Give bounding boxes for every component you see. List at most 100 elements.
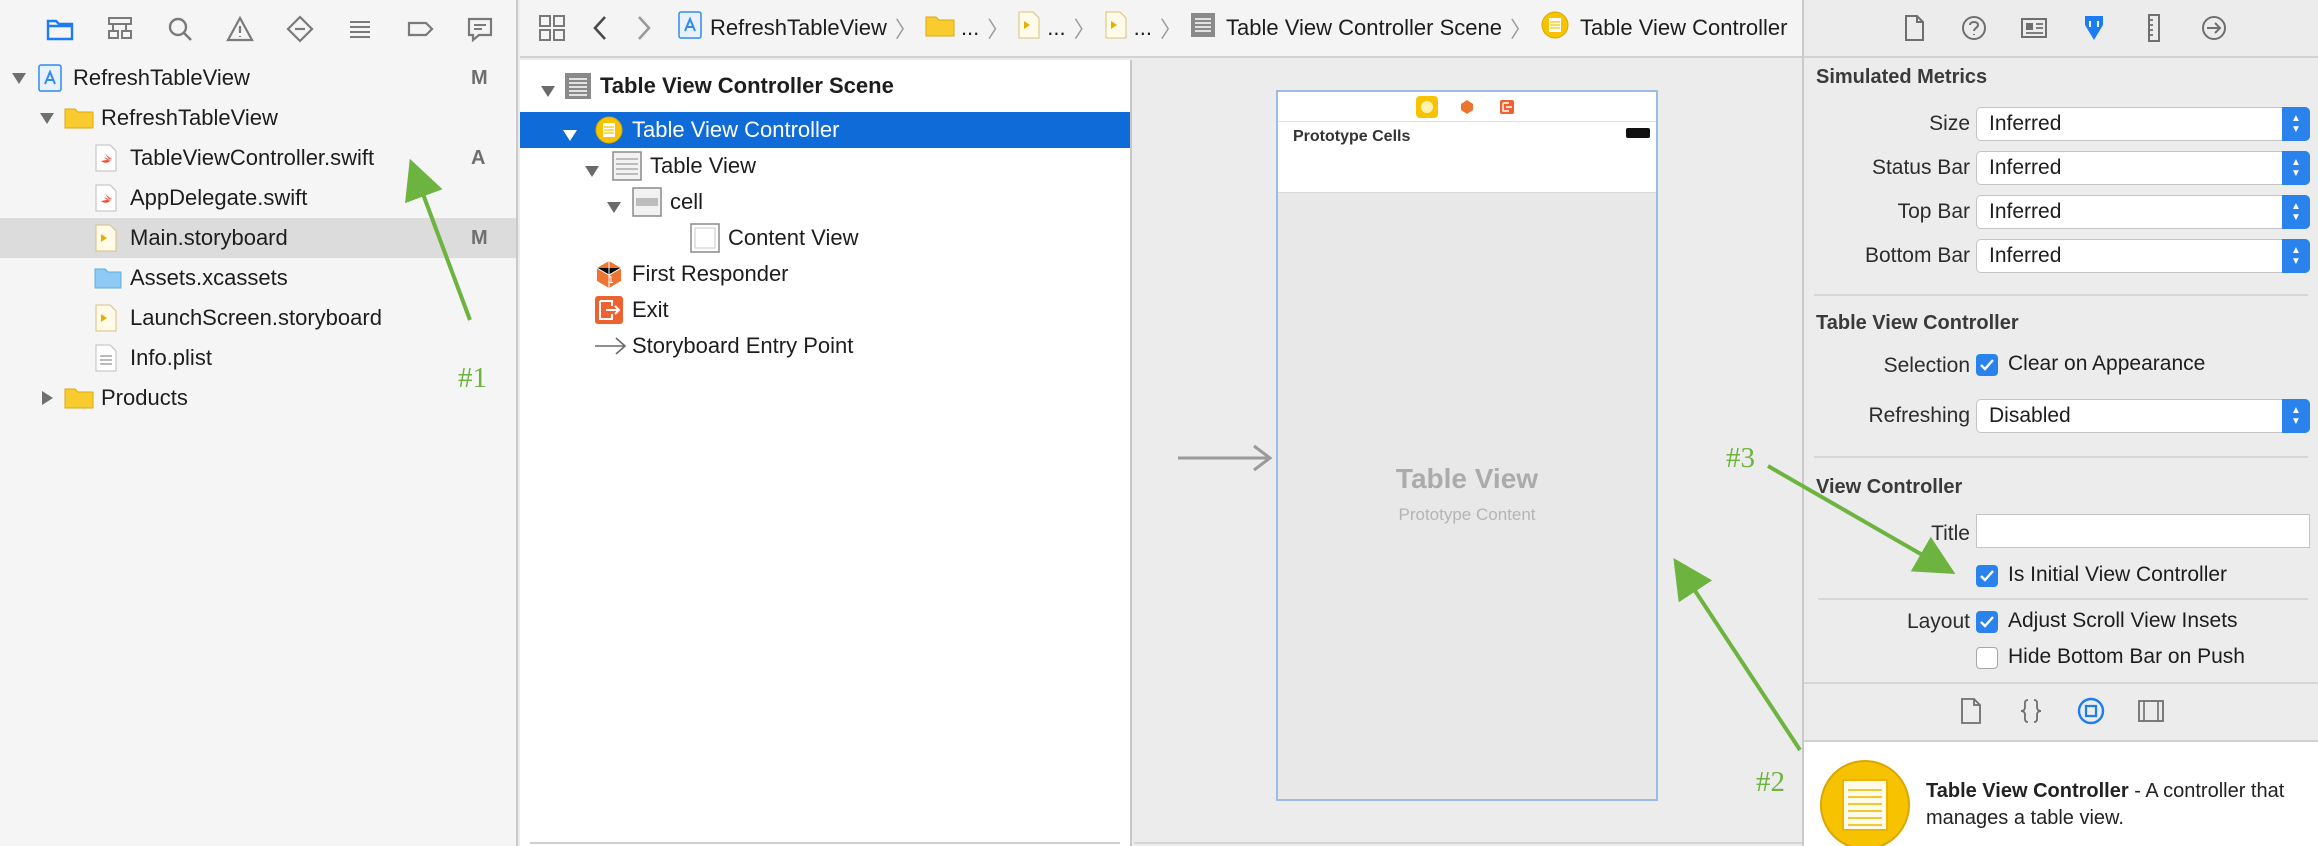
outline-item-entry-point[interactable]: Storyboard Entry Point: [520, 328, 1130, 364]
tree-item-file[interactable]: LaunchScreen.storyboard: [0, 298, 516, 338]
disclosure-down-icon[interactable]: [584, 158, 600, 184]
identity-inspector-icon[interactable]: [2004, 6, 2064, 50]
svg-text:1: 1: [608, 275, 614, 286]
size-inspector-icon[interactable]: [2124, 6, 2184, 50]
refreshing-popup[interactable]: Disabled ▲ ▼: [1976, 399, 2310, 433]
refreshing-label: Refreshing: [1868, 404, 1970, 427]
outline-item-scene[interactable]: Table View Controller Scene: [520, 68, 1130, 104]
help-icon[interactable]: [1944, 6, 2004, 50]
back-arrow-icon[interactable]: [578, 0, 622, 56]
bottom-bar-value: Inferred: [1989, 244, 2062, 267]
tree-item-folder[interactable]: RefreshTableView: [0, 98, 516, 138]
code-snippet-icon[interactable]: [2001, 686, 2061, 736]
object-library-icon[interactable]: [2061, 686, 2121, 736]
hide-bottom-bar-checkbox[interactable]: [1976, 647, 1998, 669]
disclosure-right-icon[interactable]: [38, 389, 56, 407]
disclosure-down-icon[interactable]: [10, 69, 28, 87]
hierarchy-icon[interactable]: [90, 7, 150, 51]
forward-arrow-icon[interactable]: [622, 0, 666, 56]
library-item-table-view-controller[interactable]: Table View Controller - A controller tha…: [1804, 740, 2318, 846]
storyboard-canvas[interactable]: Prototype Cells Table View Prototype Con…: [1134, 60, 1802, 846]
view-controller-icon[interactable]: [1416, 95, 1438, 118]
breadcrumb-label: ...: [1047, 15, 1066, 40]
test-icon[interactable]: [270, 7, 330, 51]
table-cell-icon: [632, 187, 662, 223]
top-bar-label: Top Bar: [1897, 200, 1970, 223]
breadcrumb-separator-icon: 〉: [1160, 17, 1183, 42]
clear-on-appearance-label: Clear on Appearance: [2008, 352, 2206, 375]
debug-icon[interactable]: [330, 7, 390, 51]
disclosure-down-icon[interactable]: [562, 122, 578, 148]
disclosure-down-icon[interactable]: [606, 194, 622, 220]
outline-item-first-responder[interactable]: 1 First Responder: [520, 256, 1130, 292]
selection-label: Selection: [1883, 354, 1970, 377]
outline-item-exit[interactable]: Exit: [520, 292, 1130, 328]
warning-icon[interactable]: [210, 7, 270, 51]
title-field[interactable]: [1976, 514, 2310, 548]
connections-inspector-icon[interactable]: [2184, 6, 2244, 50]
disclosure-down-icon[interactable]: [38, 109, 56, 127]
is-initial-view-controller-checkbox[interactable]: [1976, 565, 1998, 587]
file-template-icon[interactable]: [1941, 686, 2001, 736]
outline-label: Table View Controller: [632, 117, 840, 142]
breadcrumb-scene[interactable]: Table View Controller Scene: [1190, 0, 1502, 56]
disclosure-down-icon[interactable]: [540, 78, 556, 104]
breadcrumb-controller[interactable]: Table View Controller: [1540, 0, 1787, 56]
exit-icon[interactable]: [1496, 96, 1518, 118]
attributes-inspector-icon[interactable]: [2064, 6, 2124, 50]
canvas-scrollbar[interactable]: [1134, 842, 1802, 846]
table-view-controller-scene[interactable]: Prototype Cells Table View Prototype Con…: [1276, 90, 1658, 801]
status-bar-popup[interactable]: Inferred ▲ ▼: [1976, 151, 2310, 185]
tree-item-file-selected[interactable]: Main.storyboard M: [0, 218, 516, 258]
related-items-icon[interactable]: [526, 0, 578, 56]
outline-item-table-view[interactable]: Table View: [520, 148, 1130, 184]
annotation-label-2: #2: [1756, 766, 1785, 798]
breakpoint-icon[interactable]: [390, 7, 450, 51]
popup-chevron-icon: ▲ ▼: [2282, 151, 2310, 185]
folder-icon[interactable]: [30, 7, 90, 51]
tree-item-file[interactable]: Info.plist: [0, 338, 516, 378]
refreshing-value: Disabled: [1989, 404, 2071, 427]
tree-item-file[interactable]: TableViewController.swift A: [0, 138, 516, 178]
table-view-icon: [612, 151, 642, 187]
first-responder-icon[interactable]: [1456, 96, 1478, 118]
bottom-bar-popup[interactable]: Inferred ▲ ▼: [1976, 239, 2310, 273]
project-navigator: RefreshTableView M RefreshTableView Tabl…: [0, 0, 518, 846]
prototype-cell[interactable]: [1278, 162, 1656, 190]
outline-item-controller[interactable]: Table View Controller: [520, 112, 1130, 148]
popup-chevron-icon: ▲ ▼: [2282, 195, 2310, 229]
outline-label: Storyboard Entry Point: [632, 333, 854, 358]
view-controller-header: View Controller: [1816, 476, 1963, 498]
search-icon[interactable]: [150, 7, 210, 51]
outline-scrollbar[interactable]: [530, 842, 1120, 846]
storyboard-icon: [94, 224, 122, 252]
size-popup[interactable]: Inferred ▲ ▼: [1976, 107, 2310, 141]
tree-item-label: RefreshTableView: [73, 65, 250, 90]
media-library-icon[interactable]: [2121, 686, 2181, 736]
tree-item-folder[interactable]: Products: [0, 378, 516, 418]
clear-on-appearance-checkbox[interactable]: [1976, 354, 1998, 376]
breadcrumb-project[interactable]: RefreshTableView: [678, 0, 887, 56]
status-bar-label: Status Bar: [1871, 156, 1970, 179]
tree-item-project[interactable]: RefreshTableView M: [0, 58, 516, 98]
outline-label: Table View: [650, 153, 756, 178]
breadcrumb-storyboard[interactable]: ...: [1017, 0, 1066, 56]
prototype-cells-header: Prototype Cells: [1278, 122, 1656, 162]
tree-item-file[interactable]: AppDelegate.swift: [0, 178, 516, 218]
annotation-label-1: #1: [458, 362, 487, 394]
breadcrumb-folder[interactable]: ...: [925, 0, 979, 56]
adjust-scroll-view-insets-checkbox[interactable]: [1976, 611, 1998, 633]
adjust-scroll-view-insets-label: Adjust Scroll View Insets: [2008, 609, 2238, 632]
report-icon[interactable]: [450, 7, 510, 51]
storyboard-entry-arrow[interactable]: [1176, 440, 1276, 481]
table-view-controller-icon: [1820, 760, 1910, 846]
breadcrumb-storyboard-base[interactable]: ...: [1104, 0, 1152, 56]
attributes-inspector: Simulated Metrics Size Inferred ▲ ▼ Statu…: [1802, 0, 2318, 846]
top-bar-popup[interactable]: Inferred ▲ ▼: [1976, 195, 2310, 229]
outline-label: Table View Controller Scene: [600, 73, 894, 98]
table-view[interactable]: Table View Prototype Content: [1278, 192, 1656, 799]
outline-item-content-view[interactable]: Content View: [520, 220, 1130, 256]
tree-item-file[interactable]: Assets.xcassets: [0, 258, 516, 298]
outline-item-cell[interactable]: cell: [520, 184, 1130, 220]
file-inspector-icon[interactable]: [1884, 6, 1944, 50]
